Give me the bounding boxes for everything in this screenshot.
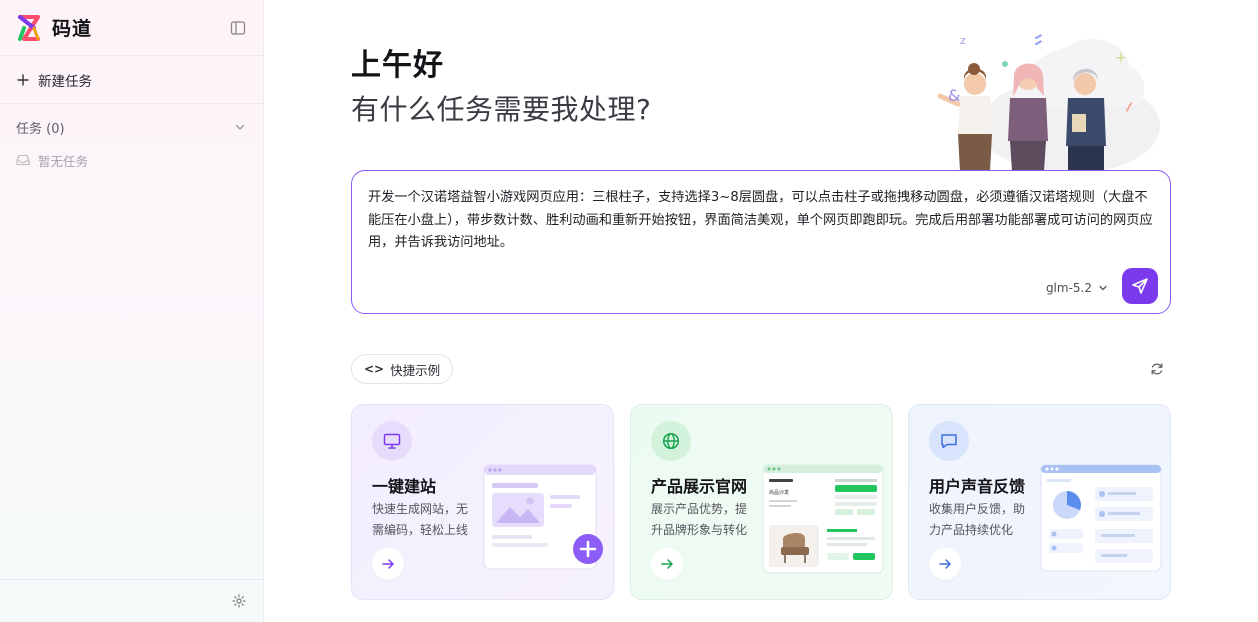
- card-title: 产品展示官网: [651, 477, 748, 496]
- product-site-mockup-illustration: 尚品沙发: [761, 463, 885, 577]
- chevron-down-icon: [233, 120, 247, 134]
- send-icon: [1132, 278, 1148, 294]
- card-desc: 收集用户反馈，助力产品持续优化: [929, 502, 1026, 537]
- inbox-icon: [16, 153, 30, 167]
- prompt-input-box[interactable]: 开发一个汉诺塔益智小游戏网页应用：三根柱子，支持选择3~8层圆盘，可以点击柱子或…: [351, 170, 1171, 314]
- example-card-website[interactable]: 一键建站 快速生成网站，无需编码，轻松上线: [351, 404, 614, 600]
- brand-logo-icon: [16, 14, 42, 42]
- arrow-right-icon[interactable]: [929, 548, 961, 580]
- empty-tasks-placeholder: 暂无任务: [0, 150, 263, 170]
- svg-text:&: &: [948, 86, 960, 105]
- sidebar-footer: [0, 579, 263, 622]
- sidebar-header: 码道: [0, 0, 263, 56]
- chat-bubble-icon: [929, 421, 969, 461]
- card-desc: 展示产品优势，提升品牌形象与转化: [651, 502, 748, 537]
- quick-examples-button[interactable]: <> 快捷示例: [351, 354, 454, 384]
- sidebar: 码道 新建任务 任务 (0) 暂无任务: [0, 0, 264, 622]
- example-card-feedback[interactable]: 用户声音反馈 收集用户反馈，助力产品持续优化: [908, 404, 1171, 600]
- greeting-title: 上午好: [351, 48, 444, 83]
- refresh-icon[interactable]: [1148, 360, 1166, 378]
- mockup-heading: 尚品沙发: [769, 489, 789, 496]
- brand-name: 码道: [52, 18, 93, 40]
- model-selector[interactable]: glm-5.2: [1046, 281, 1108, 295]
- prompt-textarea[interactable]: 开发一个汉诺塔益智小游戏网页应用：三根柱子，支持选择3~8层圆盘，可以点击柱子或…: [368, 187, 1158, 255]
- website-mockup-illustration: [482, 463, 606, 577]
- new-task-button[interactable]: 新建任务: [0, 56, 263, 104]
- settings-gear-icon[interactable]: [231, 593, 247, 609]
- card-title: 一键建站: [372, 477, 437, 496]
- quick-examples-label: 快捷示例: [390, 362, 441, 378]
- tasks-section-header[interactable]: 任务 (0): [0, 104, 263, 150]
- svg-text:+: +: [1115, 50, 1127, 66]
- arrow-right-icon[interactable]: [651, 548, 683, 580]
- globe-icon: [651, 421, 691, 461]
- empty-tasks-label: 暂无任务: [38, 153, 89, 169]
- feedback-dashboard-illustration: [1039, 463, 1163, 577]
- team-illustration: & z +: [900, 26, 1160, 174]
- svg-text:z: z: [960, 34, 966, 47]
- send-button[interactable]: [1122, 268, 1158, 304]
- code-brackets-icon: <>: [364, 362, 385, 376]
- example-card-product-site[interactable]: 产品展示官网 展示产品优势，提升品牌形象与转化 尚品沙发: [630, 404, 893, 600]
- monitor-icon: [372, 421, 412, 461]
- card-title: 用户声音反馈: [929, 477, 1026, 496]
- main-panel: 上午好 有什么任务需要我处理? & z + 开发一个汉诺塔益智小游戏网页应用：三…: [264, 0, 1258, 622]
- sidebar-toggle-icon[interactable]: [229, 19, 247, 37]
- app-root: 码道 新建任务 任务 (0) 暂无任务 上午好 有什么任务需要我处理? & z …: [0, 0, 1258, 622]
- arrow-right-icon[interactable]: [372, 548, 404, 580]
- model-selector-label: glm-5.2: [1045, 281, 1092, 295]
- greeting-question: 有什么任务需要我处理?: [351, 93, 652, 126]
- new-task-label: 新建任务: [38, 73, 92, 90]
- tasks-label: 任务 (0): [16, 121, 65, 137]
- card-desc: 快速生成网站，无需编码，轻松上线: [372, 502, 469, 537]
- plus-icon: [16, 73, 30, 87]
- chevron-down-icon: [1098, 283, 1108, 293]
